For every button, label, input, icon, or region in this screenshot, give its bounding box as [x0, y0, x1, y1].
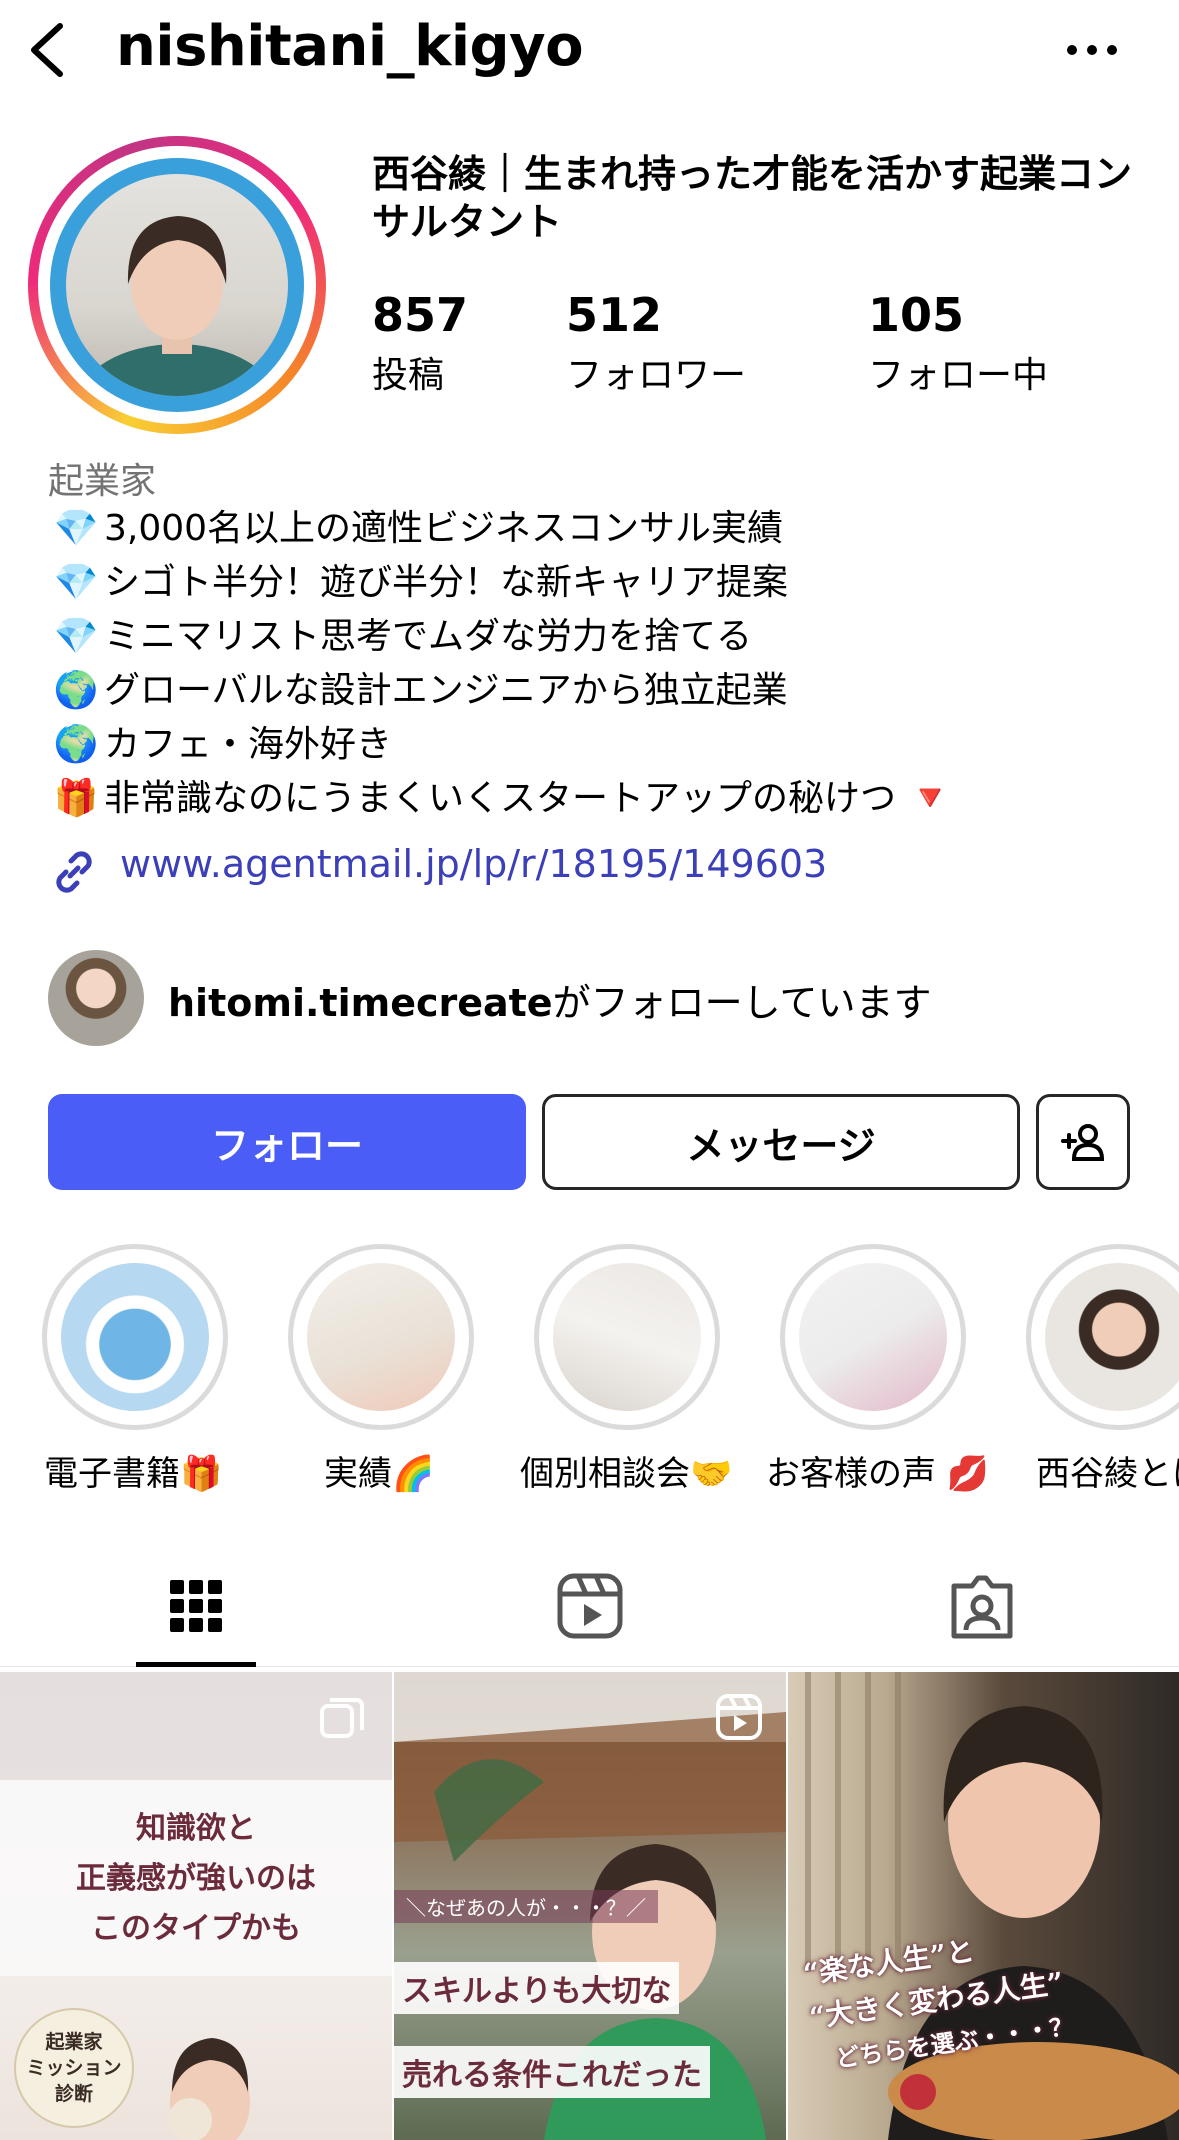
post-caption-line: このタイプかも [91, 1911, 301, 1946]
post-thumbnail[interactable]: 知識欲と 正義感が強いのは このタイプかも 起業家 ミッション 診断 [0, 1672, 392, 2140]
followers-count[interactable]: 512 [566, 288, 662, 342]
link-icon [56, 851, 92, 893]
mutual-follower-text[interactable]: hitomi.timecreateがフォローしています [168, 972, 931, 1027]
post-caption-line: スキルよりも大切な [394, 1962, 680, 2014]
profile-username: nishitani_kigyo [116, 14, 584, 79]
post-caption-line: 正義感が強いのは [76, 1861, 316, 1896]
active-tab-indicator [136, 1662, 256, 1667]
tagged-tab-icon[interactable] [942, 1566, 1022, 1646]
grid-tab-icon[interactable] [156, 1566, 236, 1646]
posts-count[interactable]: 857 [372, 288, 468, 342]
more-options-icon[interactable] [1062, 30, 1122, 70]
post-caption-line: 知識欲と [136, 1811, 256, 1846]
display-name: 西谷綾｜生まれ持った才能を活かす起業コンサルタント [372, 152, 1133, 244]
add-person-icon [1061, 1124, 1105, 1161]
highlight-label: お客様の声 💋 [766, 1454, 990, 1494]
reel-icon [716, 1694, 762, 1740]
post-thumbnail[interactable]: ＼なぜあの人が・・・？／ スキルよりも大切な 売れる条件これだった [394, 1672, 786, 2140]
bio-link[interactable]: www.agentmail.jp/lp/r/18195/149603 [120, 842, 827, 886]
highlight-label: 個別相談会🤝 [520, 1454, 733, 1494]
highlight-testimonials[interactable] [780, 1244, 966, 1430]
posts-label[interactable]: 投稿 [372, 346, 444, 398]
highlight-about[interactable] [1026, 1244, 1179, 1430]
following-label[interactable]: フォロー中 [868, 346, 1048, 398]
highlight-ebook[interactable] [42, 1244, 228, 1430]
post-thumbnail[interactable]: “楽な人生”と “大きく変わる人生” どちらを選ぶ・・・？ [788, 1672, 1179, 2140]
bio-line: 💎 シゴト半分！遊び半分！な新キャリア提案 [53, 562, 789, 603]
profile-category: 起業家 [48, 461, 157, 502]
bio-line: 💎 3,000名以上の適性ビジネスコンサル実績 [53, 508, 784, 549]
followers-label[interactable]: フォロワー [566, 346, 746, 398]
bio-line: 🌍 グローバルな設計エンジニアから独立起業 [53, 670, 788, 711]
highlight-label: 実績🌈 [324, 1454, 435, 1494]
message-button[interactable]: メッセージ [542, 1094, 1020, 1190]
highlight-label: 西谷綾とは [1036, 1454, 1179, 1494]
bio-line: 🌍 カフェ・海外好き [53, 724, 393, 765]
highlight-consultation[interactable] [534, 1244, 720, 1430]
follow-button[interactable]: フォロー [48, 1094, 526, 1190]
post-badge: 起業家 ミッション 診断 [14, 2008, 134, 2128]
following-count[interactable]: 105 [868, 288, 964, 342]
suggested-accounts-button[interactable] [1036, 1094, 1130, 1190]
profile-avatar[interactable] [66, 174, 288, 396]
carousel-icon [320, 1698, 364, 1738]
post-caption-tag: ＼なぜあの人が・・・？／ [394, 1890, 658, 1923]
highlight-label: 電子書籍🎁 [44, 1454, 223, 1494]
mutual-follower-avatar[interactable] [48, 950, 144, 1046]
bio-line: 💎 ミニマリスト思考でムダな労力を捨てる [53, 616, 753, 657]
post-caption-line: 売れる条件これだった [394, 2046, 710, 2098]
reels-tab-icon[interactable] [550, 1566, 630, 1646]
back-arrow-icon[interactable] [22, 20, 72, 80]
highlight-results[interactable] [288, 1244, 474, 1430]
bio-line: 🎁 非常識なのにうまくいくスタートアップの秘けつ 🔻 [53, 778, 953, 819]
